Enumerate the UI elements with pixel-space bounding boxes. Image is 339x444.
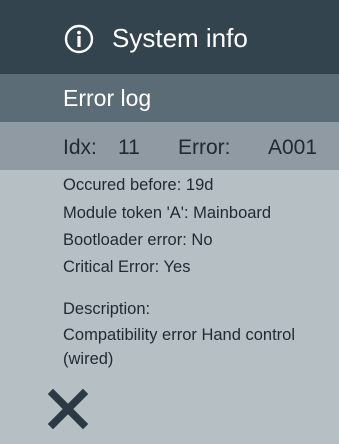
header-bar: System info [0, 0, 339, 74]
error-code: A001 [268, 136, 318, 159]
description-text-line2: (wired) [63, 350, 114, 368]
section-title: Error log [63, 85, 152, 111]
critical-error-text: Critical Error: Yes [63, 258, 191, 276]
info-icon [64, 24, 94, 54]
description-text-line1: Compatibility error Hand control [63, 326, 296, 344]
module-token-text: Module token 'A': Mainboard [63, 204, 272, 222]
error-entry-bar: Idx: 11 Error: A001 [0, 122, 339, 170]
description-label: Description: [63, 300, 151, 318]
page-title: System info [112, 23, 248, 53]
section-header: Error log [0, 74, 339, 122]
bootloader-error-text: Bootloader error: No [63, 231, 213, 249]
idx-label: Idx: [63, 136, 97, 159]
close-icon[interactable] [48, 389, 88, 429]
idx-value: 11 [118, 136, 140, 159]
error-label: Error: [178, 136, 231, 159]
occurred-before-text: Occured before: 19d [63, 176, 214, 194]
